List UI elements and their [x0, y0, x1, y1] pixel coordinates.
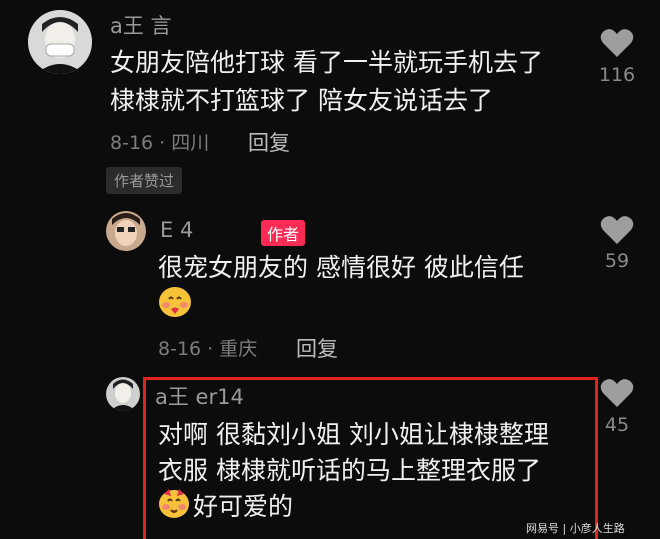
like-button[interactable]: [600, 215, 634, 249]
heart-icon: [600, 379, 634, 407]
like-button[interactable]: [600, 378, 634, 412]
like-count: 45: [604, 414, 630, 436]
comment-date-location: 8-16 · 四川: [110, 132, 210, 154]
heart-icon: [600, 216, 634, 244]
comment-username[interactable]: a王 言: [110, 10, 172, 40]
watermark: 网易号 | 小彦人生路: [526, 522, 625, 535]
avatar[interactable]: [106, 377, 140, 411]
comment-username[interactable]: E 4: [160, 218, 193, 242]
author-liked-badge: 作者赞过: [106, 167, 183, 194]
comment-text: 好可爱的: [193, 492, 294, 521]
comment-text: 女朋友陪他打球 看了一半就玩手机去了: [110, 48, 543, 77]
author-badge: 作者: [261, 220, 306, 246]
comment-text: 衣服 棣棣就听话的马上整理衣服了: [158, 456, 541, 485]
comment-text: 棣棣就不打篮球了 陪女友说话去了: [110, 86, 493, 115]
comment-date-location: 8-16 · 重庆: [158, 338, 258, 360]
like-count: 116: [598, 64, 636, 86]
blushing-emoji-icon: [157, 488, 191, 524]
comment-text: 对啊 很黏刘小姐 刘小姐让棣棣整理: [158, 420, 549, 449]
reply-button[interactable]: 回复: [296, 333, 338, 363]
reply-button[interactable]: 回复: [248, 127, 290, 157]
avatar[interactable]: [28, 10, 92, 74]
heart-icon: [600, 29, 634, 57]
comment-username[interactable]: a王 er14: [155, 381, 244, 411]
smiley-emoji-icon: [157, 286, 193, 322]
avatar[interactable]: [106, 211, 146, 251]
like-count: 59: [604, 250, 630, 272]
comment-text: 很宠女朋友的 感情很好 彼此信任: [158, 253, 524, 282]
like-button[interactable]: [600, 28, 634, 62]
